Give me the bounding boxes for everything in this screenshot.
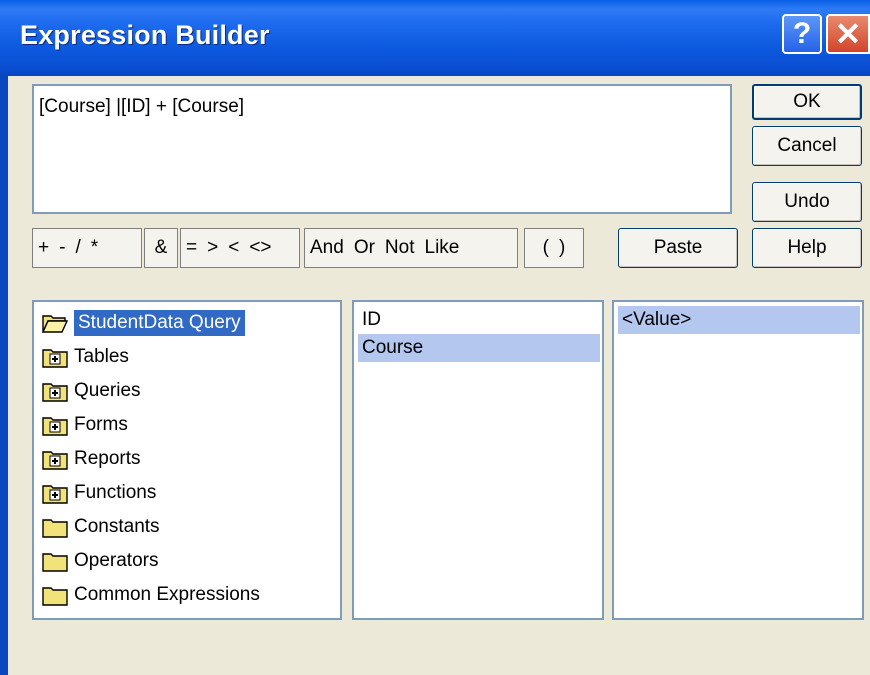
op-divide-button[interactable]: / — [70, 237, 85, 259]
expression-builder-window: Expression Builder ? ✕ [Course] |[ID] + … — [0, 0, 870, 675]
expression-text: [Course] |[ID] + [Course] — [39, 96, 245, 117]
tree-item-reports[interactable]: Reports — [42, 444, 141, 474]
paste-button[interactable]: Paste — [618, 228, 738, 268]
ok-button[interactable]: OK — [752, 84, 862, 120]
object-tree-panel[interactable]: StudentData Query Tables Queries Forms R… — [32, 300, 342, 620]
tree-item-common-expressions[interactable]: Common Expressions — [42, 580, 260, 610]
op-notequal-button[interactable]: <> — [244, 237, 276, 259]
tree-item-forms[interactable]: Forms — [42, 410, 128, 440]
tree-label-functions: Functions — [74, 482, 157, 503]
op-less-button[interactable]: < — [223, 237, 244, 259]
op-open-paren-button[interactable]: ( — [538, 237, 554, 259]
operator-group-arithmetic: + - / * — [32, 228, 142, 268]
op-plus-button[interactable]: + — [33, 237, 54, 259]
help-title-button[interactable]: ? — [782, 14, 822, 54]
tree-item-tables[interactable]: Tables — [42, 342, 129, 372]
tree-label-constants: Constants — [74, 516, 160, 537]
tree-label-forms: Forms — [74, 414, 128, 435]
tree-item-root[interactable]: StudentData Query — [42, 308, 245, 338]
tree-item-functions[interactable]: Functions — [42, 478, 156, 508]
op-not-button[interactable]: Not — [380, 237, 420, 259]
folder-plus-icon — [42, 485, 68, 504]
tree-label-common-expressions: Common Expressions — [74, 584, 260, 605]
operator-group-comparison: = > < <> — [180, 228, 300, 268]
value-list-panel[interactable]: <Value> — [612, 300, 864, 620]
tree-root-label: StudentData Query — [74, 310, 245, 336]
tree-item-constants[interactable]: Constants — [42, 512, 160, 542]
undo-button[interactable]: Undo — [752, 182, 862, 222]
window-left-border — [0, 76, 8, 675]
folder-plus-icon — [42, 451, 68, 470]
folder-icon — [42, 587, 68, 606]
folder-plus-icon — [42, 349, 68, 368]
op-and-button[interactable]: And — [305, 237, 349, 259]
title-bar[interactable]: Expression Builder ? ✕ — [0, 0, 870, 76]
operator-group-logical: And Or Not Like — [304, 228, 518, 268]
tree-label-queries: Queries — [74, 380, 141, 401]
op-like-button[interactable]: Like — [420, 237, 465, 259]
tree-item-queries[interactable]: Queries — [42, 376, 141, 406]
cancel-button[interactable]: Cancel — [752, 126, 862, 166]
folder-plus-icon — [42, 383, 68, 402]
field-list-panel[interactable]: ID Course — [352, 300, 604, 620]
op-greater-button[interactable]: > — [202, 237, 223, 259]
op-ampersand-button[interactable]: & — [150, 237, 173, 259]
folder-icon — [42, 519, 68, 538]
tree-label-operators: Operators — [74, 550, 159, 571]
op-equals-button[interactable]: = — [181, 237, 202, 259]
op-minus-button[interactable]: - — [54, 237, 70, 259]
operator-group-parens: ( ) — [524, 228, 584, 268]
close-title-button[interactable]: ✕ — [826, 14, 870, 54]
tree-item-operators[interactable]: Operators — [42, 546, 158, 576]
window-title: Expression Builder — [20, 20, 270, 50]
help-button[interactable]: Help — [752, 228, 862, 268]
op-close-paren-button[interactable]: ) — [554, 237, 570, 259]
folder-icon — [42, 553, 68, 572]
list-item-selected[interactable]: <Value> — [618, 306, 860, 334]
list-item[interactable]: ID — [358, 306, 600, 334]
open-folder-icon — [42, 315, 68, 333]
tree-label-reports: Reports — [74, 448, 141, 469]
op-multiply-button[interactable]: * — [86, 237, 103, 259]
tree-label-tables: Tables — [74, 346, 129, 367]
expression-input[interactable]: [Course] |[ID] + [Course] — [32, 84, 732, 214]
folder-plus-icon — [42, 417, 68, 436]
list-item-selected[interactable]: Course — [358, 334, 600, 362]
operator-group-concat: & — [144, 228, 178, 268]
op-or-button[interactable]: Or — [349, 237, 380, 259]
